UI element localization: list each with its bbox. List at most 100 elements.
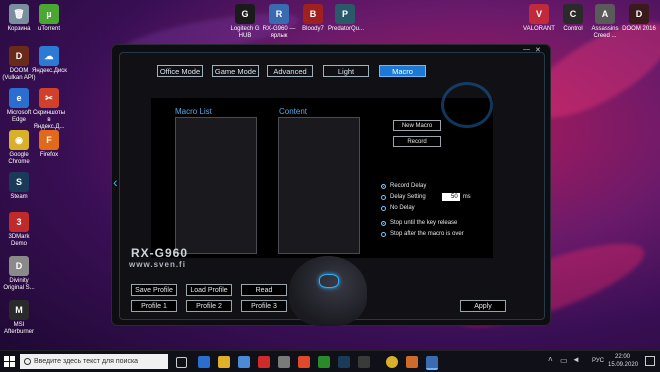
divinity-icon: D (9, 256, 29, 276)
desktop-icon-recycle-bin[interactable]: 🗑 Корзина (2, 4, 36, 33)
macro-list-heading: Macro List (175, 107, 212, 116)
tab-office-mode[interactable]: Office Mode (157, 65, 203, 77)
steam-icon: S (9, 172, 29, 192)
desktop-icon-label: DOOM 2016 (622, 26, 656, 32)
radio-selected-icon (381, 183, 386, 189)
xbox-icon[interactable] (318, 356, 330, 368)
steam-taskbar-icon[interactable] (338, 356, 350, 368)
clock-time[interactable]: 22:00 (615, 354, 630, 360)
left-arrow-icon[interactable]: ‹ (113, 174, 118, 190)
option-stop-after[interactable]: Stop after the macro is over (381, 230, 464, 238)
desktop-icon-label: Bloody7 (302, 26, 324, 32)
desktop-icon-control[interactable]: C Control (556, 4, 590, 33)
utorrent-icon: µ (39, 4, 59, 24)
chrome-taskbar-icon[interactable] (386, 356, 398, 368)
tab-light[interactable]: Light (323, 65, 369, 77)
clock-date[interactable]: 15.09.2020 (608, 362, 638, 368)
desktop-icon-msi-afterburner[interactable]: M MSI Afterburner (2, 300, 36, 336)
option-delay-setting[interactable]: Delay Setting 50 ms (381, 193, 471, 201)
macro-list[interactable] (175, 117, 257, 254)
bloody7-icon: B (303, 4, 323, 24)
load-profile-button[interactable]: Load Profile (186, 284, 232, 296)
desktop-icon-screenshots[interactable]: ✂ Скриншоты в Яндекс.Д... (32, 88, 66, 131)
save-profile-button[interactable]: Save Profile (131, 284, 177, 296)
desktop-icon-label: VALORANT (523, 26, 555, 32)
record-button[interactable]: Record (393, 136, 441, 147)
desktop-icon-steam[interactable]: S Steam (2, 172, 36, 201)
desktop-icon-utorrent[interactable]: µ uTorrent (32, 4, 66, 33)
profile-1-button[interactable]: Profile 1 (131, 300, 177, 312)
task-view-icon[interactable] (176, 357, 187, 368)
desktop-icon-label: Logitech G HUB (230, 26, 260, 39)
macro-content-list[interactable] (278, 117, 360, 254)
content-heading: Content (279, 107, 308, 116)
taskbar: Введите здесь текст для поиска ˄ ▭ ◄ РУС… (0, 350, 660, 372)
volume-icon[interactable]: ◄ (572, 355, 580, 364)
doom-2016-icon: D (629, 4, 649, 24)
tab-macro[interactable]: Macro (379, 65, 426, 77)
yandex-mail-icon[interactable] (298, 356, 310, 368)
tray-arrow-icon[interactable]: ˄ (548, 355, 553, 364)
desktop-icon-valorant[interactable]: V VALORANT (522, 4, 556, 33)
radio-icon (381, 205, 386, 211)
desktop-icon-label: RX-G960 — ярлык (262, 26, 296, 39)
notifications-icon[interactable] (645, 356, 655, 366)
apply-button[interactable]: Apply (460, 300, 506, 312)
msi-afterburner-icon: M (9, 300, 29, 320)
desktop-icon-3dmark[interactable]: 3 3DMark Demo (2, 212, 36, 248)
paint-icon[interactable] (406, 356, 418, 368)
profile-2-button[interactable]: Profile 2 (186, 300, 232, 312)
desktop-icon-label: Скриншоты в Яндекс.Д... (32, 110, 66, 130)
read-button[interactable]: Read (241, 284, 287, 296)
taskbar-search-input[interactable]: Введите здесь текст для поиска (20, 354, 168, 369)
recycle-bin-icon: 🗑 (9, 4, 29, 24)
desktop-icon-bloody7[interactable]: B Bloody7 (296, 4, 330, 33)
desktop-icon-label: uTorrent (37, 26, 60, 32)
yandex-icon[interactable] (258, 356, 270, 368)
lang-indicator[interactable]: РУС (592, 358, 604, 364)
doom-icon: D (9, 46, 29, 66)
option-label: Stop after the macro is over (390, 231, 464, 237)
chrome-icon: ◉ (9, 130, 29, 150)
desktop-icon-doom[interactable]: D DOOM (Vulkan API) (2, 46, 36, 82)
desktop-icon-yandex-disk[interactable]: ☁ Яндекс.Диск (32, 46, 67, 75)
delay-value-input[interactable]: 50 (441, 193, 460, 201)
desktop-icon-divinity[interactable]: D Divinity Original S... (2, 256, 36, 292)
explorer-icon[interactable] (218, 356, 230, 368)
brand-site: www.sven.fi (129, 260, 186, 269)
tab-game-mode[interactable]: Game Mode (212, 65, 259, 77)
windows-start-icon[interactable] (4, 356, 15, 367)
desktop-icon-label: 3DMark Demo (8, 234, 30, 247)
new-macro-button[interactable]: New Macro (393, 120, 441, 131)
option-record-delay[interactable]: Record Delay (381, 182, 426, 190)
desktop-icon-assassins-creed[interactable]: A Assassins Creed ... (588, 4, 622, 40)
store-icon[interactable] (238, 356, 250, 368)
option-stop-release[interactable]: Stop until the key release (381, 219, 457, 227)
profile-3-button[interactable]: Profile 3 (241, 300, 287, 312)
rx-g960-taskbar-icon[interactable] (426, 356, 438, 370)
desktop-icon-predator[interactable]: P PredatorQu... (328, 4, 364, 33)
app-icon[interactable] (278, 356, 290, 368)
desktop-icon-label: Steam (10, 194, 28, 200)
desktop-icon-chrome[interactable]: ◉ Google Chrome (2, 130, 36, 166)
network-icon[interactable]: ▭ (560, 356, 568, 365)
desktop-icon-rx-g960[interactable]: R RX-G960 — ярлык (262, 4, 296, 40)
macro-panel: Macro List Content New Macro Record Reco… (151, 98, 493, 258)
desktop-icon-firefox[interactable]: F Firefox (32, 130, 66, 159)
tab-advanced[interactable]: Advanced (267, 65, 313, 77)
rx-g960-icon: R (269, 4, 289, 24)
media-icon[interactable] (358, 356, 370, 368)
radio-selected-icon (381, 220, 386, 226)
control-icon: C (563, 4, 583, 24)
rx-g960-app-window: — ✕ ‹ › Office Mode Game Mode Advanced L… (111, 44, 551, 326)
desktop-icon-logitech[interactable]: G Logitech G HUB (228, 4, 262, 40)
desktop-icon-label: Firefox (39, 152, 59, 158)
edge-taskbar-icon[interactable] (198, 356, 210, 368)
desktop-icon-label: Divinity Original S... (3, 278, 35, 291)
desktop-icon-label: Google Chrome (8, 152, 30, 165)
desktop-icon-label: Microsoft Edge (6, 110, 32, 123)
desktop-icon-doom-2016[interactable]: D DOOM 2016 (622, 4, 656, 33)
desktop-icon-label: Assassins Creed ... (591, 26, 619, 39)
option-no-delay[interactable]: No Delay (381, 204, 415, 212)
desktop-icon-edge[interactable]: e Microsoft Edge (2, 88, 36, 124)
